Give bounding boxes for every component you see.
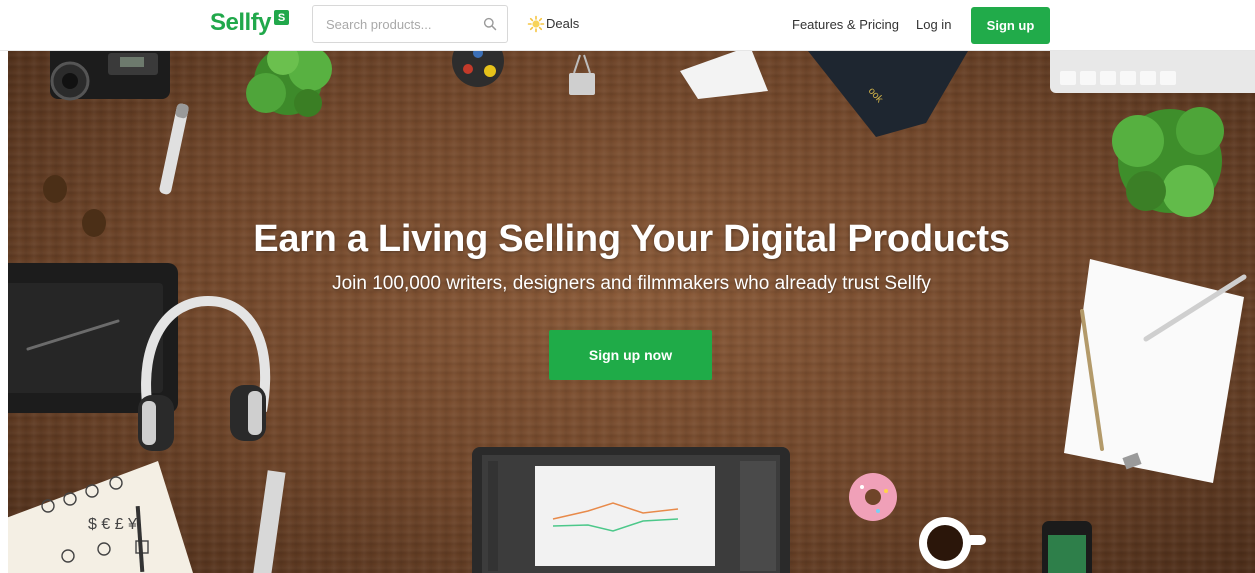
plant-right-icon: [1112, 107, 1224, 217]
binder-clip-icon: [569, 54, 595, 95]
hero-subtitle: Join 100,000 writers, designers and film…: [332, 273, 931, 294]
hero-section: ook $ € £ ¥ Earn a Living Selling Your D…: [8, 51, 1255, 573]
search-input[interactable]: [313, 6, 473, 42]
search-icon[interactable]: [483, 17, 497, 31]
login-link[interactable]: Log in: [916, 16, 951, 34]
sketchbook-icon: $ € £ ¥: [8, 461, 193, 573]
phone-icon: [1042, 521, 1092, 573]
desk-illustration: ook $ € £ ¥: [8, 51, 1255, 573]
notebook-icon: ook: [808, 51, 968, 137]
signup-now-button[interactable]: Sign up now: [549, 330, 712, 380]
sellfy-logo[interactable]: Sellfy S: [210, 8, 290, 38]
coffee-cup-icon: [919, 517, 986, 569]
deals-sun-icon: [527, 15, 545, 33]
signup-button[interactable]: Sign up: [971, 7, 1050, 44]
deals-label: Deals: [546, 16, 580, 31]
svg-text:$ € £ ¥: $ € £ ¥: [88, 516, 137, 533]
plant-top-icon: [246, 51, 332, 117]
marker-icon: [159, 103, 189, 195]
laptop-icon: [472, 447, 790, 573]
donut-icon: [849, 473, 897, 521]
top-navigation-bar: Sellfy S Deals Features & Pricing Log: [0, 0, 1255, 51]
keyboard-icon: [1050, 51, 1255, 93]
deals-link[interactable]: Deals: [527, 15, 579, 33]
camera-icon: [50, 51, 170, 101]
hero-title: Earn a Living Selling Your Digital Produ…: [253, 218, 1010, 260]
logo-text: Sellfy: [210, 9, 272, 36]
features-pricing-link[interactable]: Features & Pricing: [792, 16, 899, 34]
logo-badge-icon: S: [274, 10, 290, 25]
search-box: [312, 5, 508, 43]
pen-cup-icon: [452, 51, 504, 87]
